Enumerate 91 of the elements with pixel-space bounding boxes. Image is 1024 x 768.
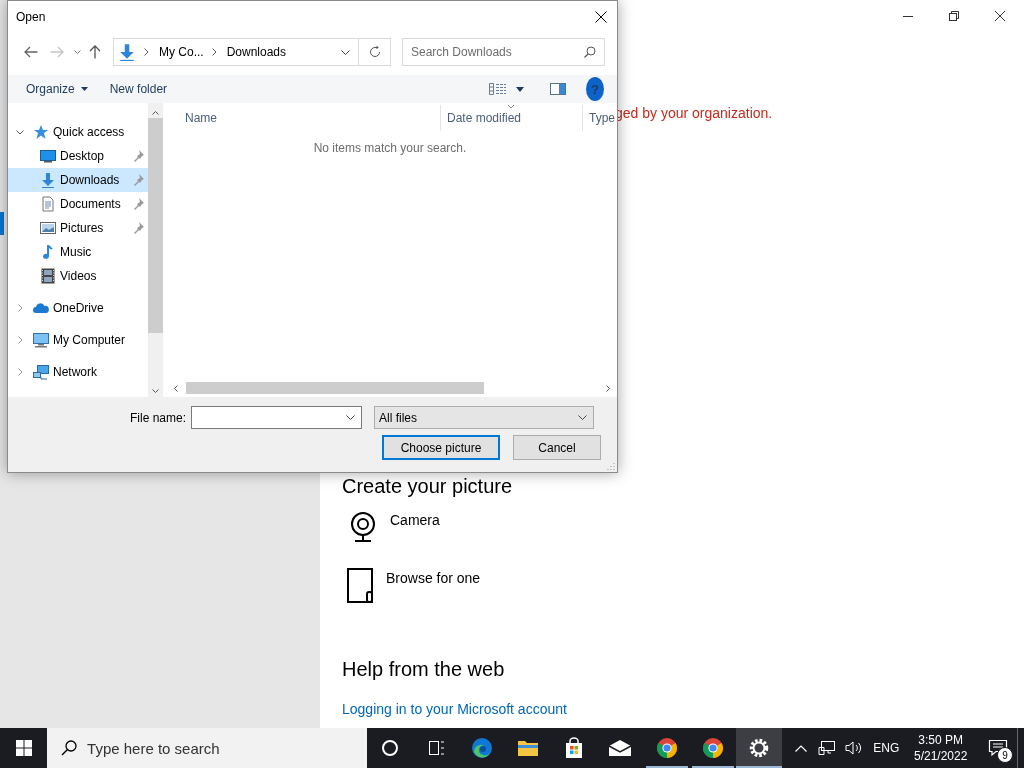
chevron-right-icon	[606, 385, 610, 392]
arrow-up-icon	[89, 45, 101, 59]
film-icon	[40, 268, 56, 284]
scroll-thumb[interactable]	[186, 382, 484, 394]
column-header[interactable]: Date modified	[447, 111, 522, 125]
chevron-down-icon	[346, 415, 355, 420]
network-icon	[33, 364, 49, 380]
chevron-right-icon	[211, 48, 217, 56]
choose-button[interactable]: Choose picture	[382, 435, 500, 460]
refresh-icon	[368, 46, 381, 58]
arrow-left-icon	[24, 46, 38, 58]
new-folder-button[interactable]: New folder	[103, 77, 174, 101]
arrow-right-icon	[50, 46, 64, 58]
field-label: File name:	[128, 410, 186, 425]
option-link[interactable]: Camera	[390, 512, 440, 528]
search-field[interactable]: Type here to search	[47, 728, 368, 768]
chevron-down-icon	[73, 50, 81, 54]
taskbar-button[interactable]	[735, 728, 782, 768]
tree-item[interactable]: Videos	[8, 264, 148, 288]
list-view-icon	[489, 83, 507, 95]
chevron-down-icon	[341, 49, 350, 55]
address-segment[interactable]: My Co...	[159, 45, 204, 59]
monitor-icon	[40, 148, 56, 164]
folder-icon	[517, 738, 540, 758]
gear-icon	[747, 737, 770, 759]
caret-icon	[516, 86, 524, 92]
file-icon	[346, 568, 376, 604]
notification-badge: 9	[996, 747, 1013, 763]
speaker-icon	[844, 740, 863, 756]
document-icon	[40, 196, 56, 212]
chevron-up-icon	[152, 111, 159, 115]
circle-icon	[380, 738, 401, 758]
address-segment[interactable]: Downloads	[226, 45, 287, 59]
chrome-icon	[655, 737, 678, 759]
close-icon	[995, 11, 1005, 21]
windows-logo-icon	[15, 740, 32, 756]
tree-item[interactable]: Music	[8, 240, 148, 264]
resize-grip-icon	[607, 462, 615, 470]
selection-indicator	[0, 212, 4, 235]
search-icon	[584, 46, 596, 58]
message-icon	[987, 739, 1008, 757]
notifications-button[interactable]: 9	[977, 728, 1018, 768]
search-field[interactable]: Search Downloads	[402, 38, 605, 66]
restore-icon	[949, 11, 959, 21]
language-button[interactable]: ENG	[867, 728, 906, 768]
tree-item[interactable]: OneDrive	[8, 296, 148, 320]
tree-item[interactable]: Network	[8, 360, 148, 384]
address-bar[interactable]: My Co... Downloads	[113, 38, 359, 66]
download-icon	[118, 43, 136, 61]
network-icon	[818, 740, 837, 756]
tree-item[interactable]: Downloads	[8, 168, 148, 192]
column-header[interactable]: Name	[185, 111, 217, 125]
chevron-down-icon	[152, 389, 159, 393]
chevron-up-icon	[794, 744, 807, 752]
tree-item[interactable]: Documents	[8, 192, 148, 216]
file-name-field[interactable]	[191, 406, 362, 429]
preview-pane-icon	[550, 83, 566, 95]
cloud-icon	[33, 300, 49, 316]
chevron-down-icon	[578, 415, 587, 420]
envelope-icon	[608, 739, 633, 757]
chevron-right-icon	[144, 48, 149, 56]
help-link[interactable]: Logging in to your Microsoft account	[342, 701, 567, 717]
scrollbar[interactable]	[148, 103, 163, 397]
picture-icon	[40, 220, 56, 236]
tree-item[interactable]: Pictures	[8, 216, 148, 240]
caret-icon	[80, 87, 88, 91]
chrome-icon	[701, 737, 724, 759]
section-title: Help from the web	[342, 658, 505, 681]
section-title: Create your picture	[342, 475, 513, 498]
scroll-thumb[interactable]	[148, 118, 163, 333]
search-icon	[61, 740, 78, 756]
browser-icon	[471, 737, 494, 759]
tree-item[interactable]: My Computer	[8, 328, 148, 352]
column-header[interactable]: Type	[589, 111, 615, 125]
refresh-button[interactable]	[359, 38, 391, 66]
dialog-title: Open	[16, 10, 46, 24]
tree-item[interactable]: Desktop	[8, 144, 148, 168]
computer-icon	[33, 332, 49, 348]
tree-item[interactable]: Quick access	[8, 120, 148, 144]
organize-button[interactable]: Organize	[20, 77, 94, 101]
chevron-left-icon	[174, 385, 178, 392]
star-icon	[33, 124, 49, 140]
download-icon	[40, 172, 56, 188]
task-view-icon	[426, 738, 447, 758]
music-note-icon	[40, 244, 56, 260]
empty-message: No items match your search.	[313, 141, 467, 155]
clock-button[interactable]: 3:50 PM 5/21/2022	[905, 728, 976, 768]
cancel-button[interactable]: Cancel	[513, 435, 601, 460]
option-link[interactable]: Browse for one	[386, 570, 481, 586]
file-type-dropdown[interactable]: All files	[374, 406, 594, 429]
close-icon	[595, 11, 607, 23]
